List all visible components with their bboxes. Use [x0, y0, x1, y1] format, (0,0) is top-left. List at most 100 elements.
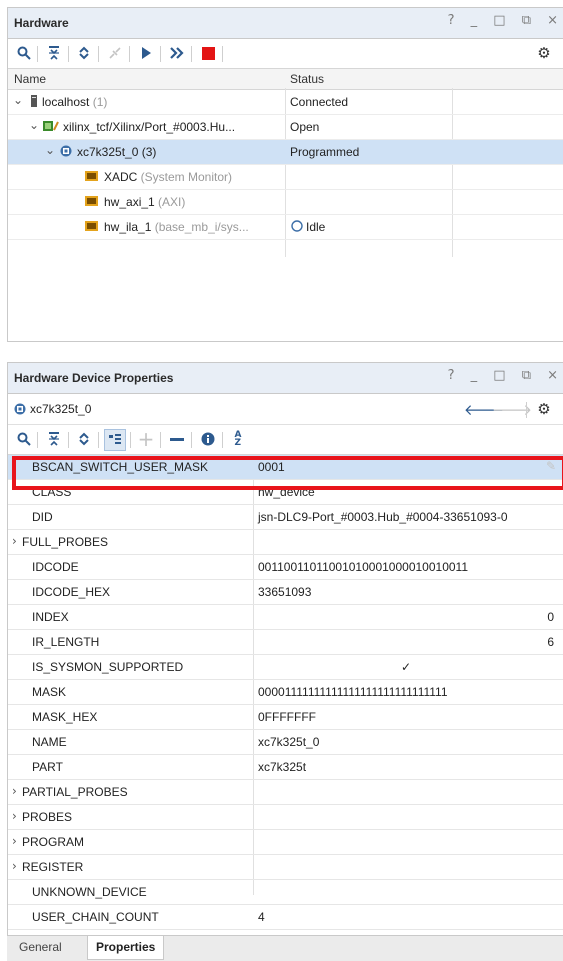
property-key: MASK [32, 685, 67, 699]
property-value: 6 [547, 635, 554, 649]
hardware-toolbar: ⚙ [8, 39, 563, 69]
info-icon[interactable] [198, 429, 218, 449]
status-cell: Open [290, 120, 320, 134]
chevron-down-icon[interactable]: ⌄ [45, 143, 55, 157]
property-value: 00110011011001010001000010010011 [258, 560, 468, 574]
column-name-header[interactable]: Name [14, 72, 46, 86]
highlight-box [12, 456, 563, 490]
window-controls[interactable]: ? _ □ ⧉ × [448, 13, 563, 28]
properties-title-bar: Hardware Device Properties ? _ □ ⧉ × [8, 363, 563, 394]
tab-general[interactable]: General [11, 936, 70, 959]
debug-core-icon [85, 220, 98, 233]
property-key: PART [32, 760, 63, 774]
property-value: xc7k325t [258, 760, 307, 774]
property-row[interactable]: IS_SYSMON_SUPPORTED ✓ [8, 655, 563, 680]
properties-rows: BSCAN_SWITCH_USER_MASK 0001 ✎ CLASS hw_devic… [8, 455, 563, 930]
property-key: DID [32, 510, 53, 524]
property-value: ✓ [401, 660, 412, 674]
forward-arrow-icon[interactable]: 🡒 [492, 399, 532, 419]
debug-core-icon [85, 170, 98, 183]
group-by-category-icon[interactable] [104, 429, 126, 451]
property-row[interactable]: › REGISTER [8, 855, 563, 880]
tree-label: localhost [42, 95, 90, 109]
status-cell: Idle [306, 220, 326, 234]
collapse-all-icon[interactable] [44, 429, 64, 449]
window-controls[interactable]: ? _ □ ⧉ × [448, 368, 563, 383]
properties-title: Hardware Device Properties [14, 371, 174, 385]
property-row[interactable]: IDCODE 00110011011001010001000010010011 [8, 555, 563, 580]
add-icon[interactable]: + [136, 427, 156, 451]
expand-all-icon[interactable] [74, 43, 94, 63]
search-icon[interactable] [14, 429, 34, 449]
property-key: UNKNOWN_DEVICE [32, 885, 147, 899]
tree-row-xadc[interactable]: XADC (System Monitor) [8, 165, 563, 190]
device-bar: xc7k325t_0 🡐 🡒 ⚙ [8, 394, 563, 425]
auto-connect-icon[interactable] [105, 43, 125, 63]
stop-icon[interactable] [198, 43, 218, 63]
property-key: USER_CHAIN_COUNT [32, 910, 159, 924]
property-row[interactable]: PART xc7k325t [8, 755, 563, 780]
settings-icon[interactable]: ⚙ [534, 43, 554, 63]
tree-suffix: (System Monitor) [137, 170, 233, 184]
tree-row-localhost[interactable]: ⌄ localhost (1) Connected [8, 90, 563, 115]
property-key: PARTIAL_PROBES [22, 785, 128, 799]
chevron-down-icon[interactable]: ⌄ [29, 118, 39, 132]
property-value: 0FFFFFFF [258, 710, 316, 724]
property-row[interactable]: UNKNOWN_DEVICE [8, 880, 563, 905]
tree-label: hw_axi_1 [104, 195, 155, 209]
tree-row-hw-axi[interactable]: hw_axi_1 (AXI) [8, 190, 563, 215]
property-row[interactable]: › PROGRAM [8, 830, 563, 855]
property-row[interactable]: INDEX 0 [8, 605, 563, 630]
property-row[interactable]: MASK 00001111111111111111111111111111 [8, 680, 563, 705]
chevron-right-icon[interactable]: › [12, 834, 17, 848]
expand-all-icon[interactable] [74, 429, 94, 449]
tree-row-device[interactable]: ⌄ xc7k325t_0 (3) Programmed [8, 140, 563, 165]
fpga-chip-icon [59, 145, 72, 158]
tab-properties[interactable]: Properties [87, 936, 165, 960]
property-row[interactable]: NAME xc7k325t_0 [8, 730, 563, 755]
remove-icon[interactable] [167, 429, 187, 449]
hardware-title-bar: Hardware ? _ □ ⧉ × [8, 8, 563, 39]
idle-status-icon [290, 220, 303, 233]
debug-core-icon [85, 195, 98, 208]
hardware-title: Hardware [14, 16, 69, 30]
sort-icon[interactable]: AZ [228, 429, 248, 449]
property-row[interactable]: IDCODE_HEX 33651093 [8, 580, 563, 605]
collapse-all-icon[interactable] [44, 43, 64, 63]
property-key: FULL_PROBES [22, 535, 109, 549]
column-status-header[interactable]: Status [290, 72, 324, 86]
property-row[interactable]: USER_CHAIN_COUNT 4 [8, 905, 563, 930]
chevron-right-icon[interactable]: › [12, 534, 17, 548]
property-value: 33651093 [258, 585, 312, 599]
search-icon[interactable] [14, 43, 34, 63]
chevron-down-icon[interactable]: ⌄ [13, 93, 23, 107]
bottom-tab-bar: General Properties [7, 935, 563, 961]
device-name: xc7k325t_0 [30, 402, 92, 416]
properties-toolbar: + AZ [8, 425, 563, 455]
property-row[interactable]: › PROBES [8, 805, 563, 830]
property-row[interactable]: › PARTIAL_PROBES [8, 780, 563, 805]
fpga-chip-icon [13, 403, 26, 416]
property-row[interactable]: MASK_HEX 0FFFFFFF [8, 705, 563, 730]
property-value: 00001111111111111111111111111111 [258, 685, 448, 699]
property-key: IR_LENGTH [32, 635, 100, 649]
chevron-right-icon[interactable]: › [12, 809, 17, 823]
tree-suffix: (AXI) [154, 195, 186, 209]
run-immediate-icon[interactable] [167, 43, 187, 63]
property-value: jsn-DLC9-Port_#0003.Hub_#0004-33651093-0 [258, 510, 508, 524]
chevron-right-icon[interactable]: › [12, 859, 17, 873]
settings-icon[interactable]: ⚙ [534, 399, 554, 419]
property-key: NAME [32, 735, 67, 749]
property-value: xc7k325t_0 [258, 735, 320, 749]
hardware-panel: Hardware ? _ □ ⧉ × ⚙ Name Status ⌄ local… [7, 7, 563, 342]
property-row[interactable]: DID jsn-DLC9-Port_#0003.Hub_#0004-3365109… [8, 505, 563, 530]
property-row[interactable]: IR_LENGTH 6 [8, 630, 563, 655]
tree-row-target[interactable]: ⌄ xilinx_tcf/Xilinx/Port_#0003.Hu... Ope… [8, 115, 563, 140]
property-key: MASK_HEX [32, 710, 98, 724]
property-row[interactable]: › FULL_PROBES [8, 530, 563, 555]
properties-table: BSCAN_SWITCH_USER_MASK 0001 ✎ CLASS hw_devic… [8, 455, 563, 930]
status-cell: Programmed [290, 145, 360, 159]
chevron-right-icon[interactable]: › [12, 784, 17, 798]
run-trigger-icon[interactable] [136, 43, 156, 63]
tree-row-hw-ila[interactable]: hw_ila_1 (base_mb_i/sys... Idle [8, 215, 563, 240]
